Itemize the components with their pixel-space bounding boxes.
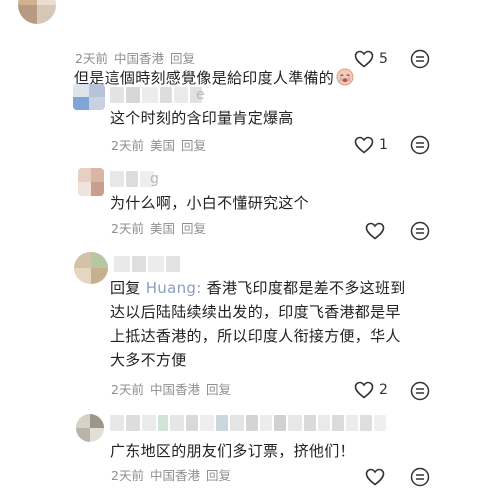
more-options-icon	[410, 135, 430, 155]
comment-meta: 2天前 中国香港 回复	[111, 468, 231, 484]
comment-meta: 2天前 中国香港 回复	[111, 382, 231, 398]
comment-meta: 2天前 美国 回复	[111, 138, 206, 154]
comment-location: 美国	[149, 221, 175, 236]
user-name-tail: g	[150, 171, 159, 187]
more-options-button[interactable]	[410, 467, 430, 491]
comment-location: 中国香港	[149, 382, 200, 397]
heart-outline-icon	[354, 381, 374, 399]
more-options-button[interactable]	[410, 49, 430, 73]
more-options-button[interactable]	[410, 135, 430, 159]
user-name-tail: e	[196, 87, 205, 103]
crying-face-icon	[336, 44, 354, 86]
reply-target-name[interactable]: Huang:	[146, 279, 202, 297]
user-name[interactable]	[110, 87, 202, 103]
avatar[interactable]	[76, 414, 104, 442]
avatar[interactable]	[73, 84, 105, 110]
comment-text: 这个时刻的含印量肯定爆高	[110, 109, 294, 127]
comment-location: 中国香港	[113, 51, 164, 66]
comment-location: 中国香港	[149, 468, 200, 483]
reply-prefix: 回复	[110, 279, 141, 297]
reply-button[interactable]: 回复	[170, 51, 195, 67]
heart-outline-icon	[354, 136, 374, 154]
comment-text: 回复 Huang: 香港飞印度都是差不多这班到 达以后陆陆续续出发的，印度飞香港…	[110, 276, 406, 372]
avatar[interactable]	[78, 168, 104, 196]
heart-outline-icon	[354, 50, 374, 68]
comment-text: 为什么啊，小白不懂研究这个	[110, 194, 309, 212]
user-name[interactable]	[110, 415, 386, 431]
more-options-icon	[410, 221, 430, 241]
like-button[interactable]: 5	[354, 50, 388, 68]
comment-time: 2天前	[111, 382, 144, 397]
like-count: 1	[379, 137, 388, 153]
comment-text: 广东地区的朋友们多订票，挤他们！	[110, 442, 355, 460]
like-count: 5	[379, 51, 388, 67]
like-button[interactable]	[365, 222, 390, 240]
avatar[interactable]	[74, 252, 108, 284]
comment-time: 2天前	[111, 221, 144, 236]
more-options-icon	[410, 467, 430, 487]
more-options-button[interactable]	[410, 221, 430, 245]
more-options-icon	[410, 381, 430, 401]
more-options-icon	[410, 49, 430, 69]
comment-meta: 2天前 美国 回复	[111, 221, 206, 237]
comment-time: 2天前	[111, 468, 144, 483]
reply-button[interactable]: 回复	[181, 138, 206, 154]
comment-body: 但是這個時刻感覺像是給印度人準備的	[74, 69, 335, 87]
user-name[interactable]	[110, 171, 154, 187]
reply-button[interactable]: 回复	[181, 221, 206, 237]
reply-button[interactable]: 回复	[206, 382, 231, 398]
heart-outline-icon	[365, 222, 385, 240]
comment-time: 2天前	[75, 51, 108, 66]
like-button[interactable]	[365, 468, 390, 486]
heart-outline-icon	[365, 468, 385, 486]
comment-location: 美国	[149, 138, 175, 153]
more-options-button[interactable]	[410, 381, 430, 405]
like-button[interactable]: 2	[354, 381, 388, 399]
like-count: 2	[379, 382, 388, 398]
comment-time: 2天前	[111, 138, 144, 153]
avatar[interactable]	[18, 0, 56, 24]
reply-button[interactable]: 回复	[206, 468, 231, 484]
like-button[interactable]: 1	[354, 136, 388, 154]
user-name[interactable]	[114, 256, 180, 272]
comment-meta: 2天前 中国香港 回复	[75, 51, 195, 67]
